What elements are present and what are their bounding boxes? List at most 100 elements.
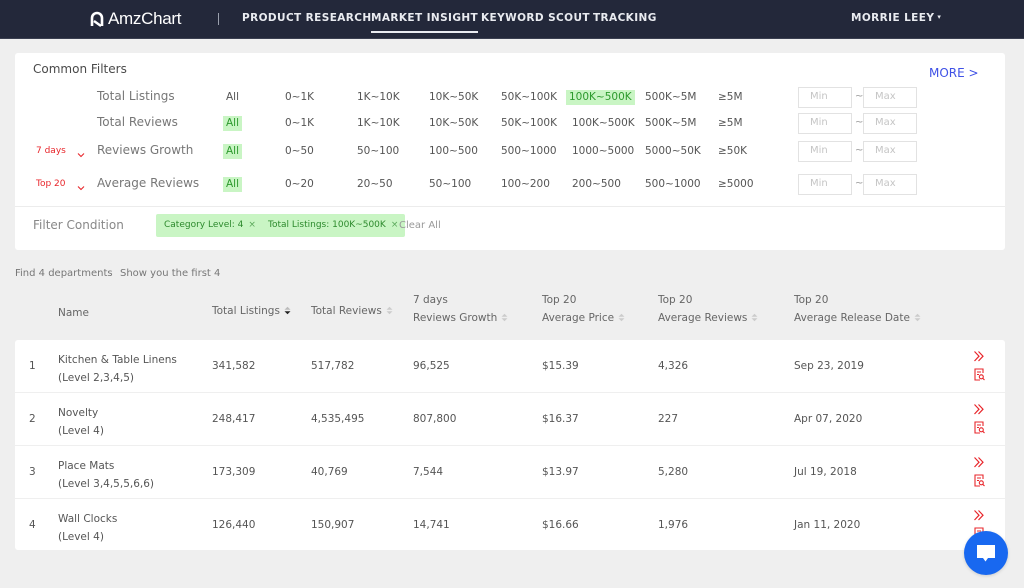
filter-option[interactable]: ≥5M [715,90,746,105]
filter-option[interactable]: 100K~500K [569,116,638,131]
max-input[interactable]: Max [863,87,917,108]
nav-product-research[interactable]: PRODUCT RESEARCH [242,12,372,24]
filter-option[interactable]: 50~100 [354,144,402,159]
filter-option[interactable]: 1K~10K [354,116,403,131]
filter-option[interactable]: 1000~5000 [569,144,637,159]
filter-option[interactable]: 0~1K [282,90,317,105]
sort-icon[interactable] [618,310,625,322]
filter-option[interactable]: 50K~100K [498,116,560,131]
filter-option[interactable]: ≥5000 [715,177,757,192]
column-header-text: Average Price [542,312,615,324]
min-input[interactable]: Min [798,113,852,134]
filter-option[interactable]: 20~50 [354,177,396,192]
filter-row-average-reviews: Top 20 Average Reviews All 0~20 20~50 50~100 1… [15,174,1005,195]
more-filters-link[interactable]: MORE > [929,66,979,80]
departments-table: 1 Kitchen & Table Linens (Level 2,3,4,5) 34… [15,340,1005,550]
column-header-label: Name [58,304,89,322]
chat-button[interactable] [964,531,1008,575]
filter-option[interactable]: All [223,144,243,159]
column-header-average-reviews[interactable]: Top 20 Average Reviews [658,291,758,327]
clear-all-button[interactable]: Clear All [399,220,441,231]
filter-option[interactable]: 50~100 [426,177,474,192]
cell-avg-release-date: Jul 19, 2018 [794,466,857,478]
max-input[interactable]: Max [863,141,917,162]
department-name[interactable]: Kitchen & Table Linens [58,351,177,369]
filter-option[interactable]: 200~500 [569,177,624,192]
filter-option[interactable]: 500K~5M [642,90,699,105]
filter-option[interactable]: All [223,90,242,105]
filter-option[interactable]: 50K~100K [498,90,560,105]
chevron-down-icon[interactable] [76,178,86,191]
min-input[interactable]: Min [798,141,852,162]
sort-icon[interactable] [386,303,393,315]
filter-option[interactable]: 0~20 [282,177,317,192]
filters-title: Common Filters [33,62,127,76]
cell-avg-price: $13.97 [542,466,579,478]
column-header-reviews-growth[interactable]: 7 days Reviews Growth [413,291,508,327]
double-chevron-right-icon[interactable] [973,401,985,415]
double-chevron-right-icon[interactable] [973,454,985,468]
filter-option[interactable]: 100~500 [426,144,481,159]
filter-option[interactable]: 100K~500K [566,90,635,105]
column-header-name: Name [58,304,89,322]
filter-option[interactable]: 500~1000 [642,177,704,192]
user-menu[interactable]: MORRIE LEEY ▾ [851,12,941,24]
column-header-label: Total Reviews [311,302,393,320]
column-header-average-release-date[interactable]: Top 20 Average Release Date [794,291,921,327]
filter-row-total-listings: Total Listings All 0~1K 1K~10K 10K~50K 50K~10… [15,87,1005,108]
logo[interactable]: AmzChart [90,9,181,29]
column-header-average-price[interactable]: Top 20 Average Price [542,291,625,327]
filter-option[interactable]: All [223,177,243,192]
row-index: 2 [29,413,36,425]
double-chevron-right-icon[interactable] [973,507,985,521]
table-row[interactable]: 1 Kitchen & Table Linens (Level 2,3,4,5) 34… [15,340,1005,393]
table-row[interactable]: 3 Place Mats (Level 3,4,5,5,6,6) 173,309 40,… [15,446,1005,499]
close-icon[interactable]: × [391,220,399,230]
filter-option[interactable]: All [223,116,243,131]
column-header-total-listings[interactable]: Total Listings [212,302,291,320]
max-input[interactable]: Max [863,174,917,195]
document-search-icon[interactable] [974,366,985,381]
sort-icon[interactable] [751,310,758,322]
filter-option[interactable]: 100~200 [498,177,553,192]
max-input[interactable]: Max [863,113,917,134]
cell-total-listings: 248,417 [212,413,256,425]
chip-label: Category Level: 4 [164,220,244,230]
filter-option[interactable]: 0~50 [282,144,317,159]
filter-option[interactable]: 5000~50K [642,144,704,159]
filter-option[interactable]: 0~1K [282,116,317,131]
department-name[interactable]: Novelty [58,404,104,422]
filter-option[interactable]: 10K~50K [426,116,481,131]
column-header-prefix: Top 20 [658,294,693,306]
cell-avg-reviews: 227 [658,413,679,425]
sort-icon[interactable] [284,303,291,315]
double-chevron-right-icon[interactable] [973,348,985,362]
cell-avg-release-date: Jan 11, 2020 [794,519,861,531]
document-search-icon[interactable] [974,419,985,434]
department-name[interactable]: Place Mats [58,457,154,475]
column-header-total-reviews[interactable]: Total Reviews [311,302,393,320]
filter-option[interactable]: 1K~10K [354,90,403,105]
condition-chip-category-level: Category Level: 4 × [156,214,263,237]
chevron-down-icon[interactable] [76,145,86,158]
min-input[interactable]: Min [798,174,852,195]
period-select[interactable]: 7 days [36,146,66,156]
filter-option[interactable]: ≥50K [715,144,750,159]
table-row[interactable]: 2 Novelty (Level 4) 248,417 4,535,495 807,800… [15,393,1005,446]
period-select[interactable]: Top 20 [36,179,66,189]
document-search-icon[interactable] [974,472,985,487]
sort-icon[interactable] [914,310,921,322]
sort-icon[interactable] [501,310,508,322]
nav-keyword-scout[interactable]: KEYWORD SCOUT [481,12,590,24]
nav-market-insight[interactable]: MARKET INSIGHT [371,12,479,33]
department-name[interactable]: Wall Clocks [58,510,117,528]
nav-tracking[interactable]: TRACKING [593,12,657,24]
table-row[interactable]: 4 Wall Clocks (Level 4) 126,440 150,907 14,74… [15,499,1005,552]
min-input[interactable]: Min [798,87,852,108]
row-index: 4 [29,519,36,531]
close-icon[interactable]: × [248,220,256,230]
filter-option[interactable]: 10K~50K [426,90,481,105]
filter-option[interactable]: 500K~5M [642,116,699,131]
filter-option[interactable]: 500~1000 [498,144,560,159]
filter-option[interactable]: ≥5M [715,116,746,131]
